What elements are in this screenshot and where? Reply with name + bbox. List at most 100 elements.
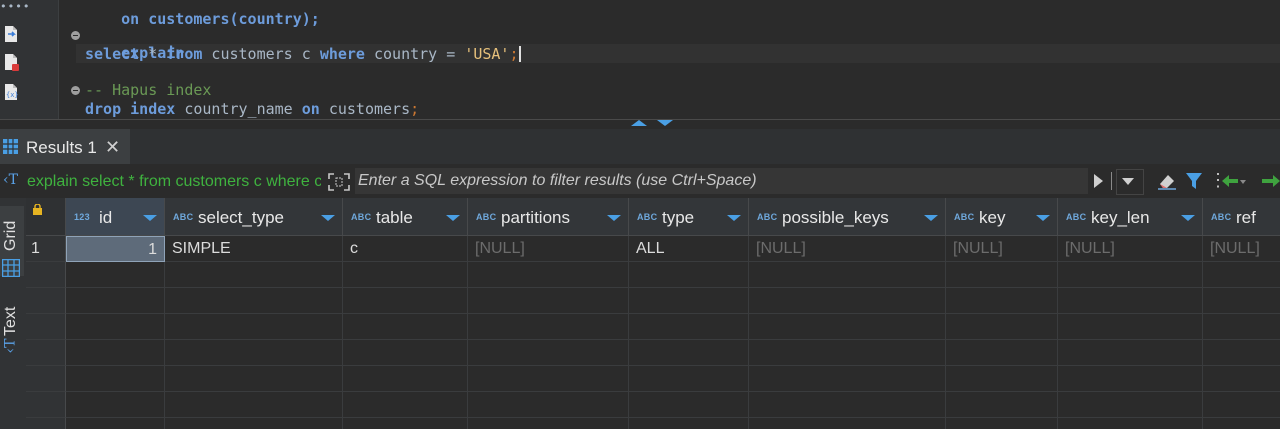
- cell-id[interactable]: [66, 340, 165, 366]
- cell-partitions[interactable]: [468, 314, 629, 340]
- cell-key-len[interactable]: [1058, 418, 1203, 429]
- cell-ref[interactable]: [1203, 392, 1280, 418]
- row-number[interactable]: 1: [26, 236, 66, 262]
- cell-id[interactable]: [66, 314, 165, 340]
- sort-dropdown-icon[interactable]: [321, 215, 335, 221]
- tab-results-1[interactable]: Results 1 ✕: [0, 129, 130, 165]
- cell-partitions[interactable]: [468, 366, 629, 392]
- cell-possible-keys[interactable]: [749, 288, 946, 314]
- column-header-possible-keys[interactable]: ABC possible_keys: [749, 198, 946, 236]
- cell-key[interactable]: [946, 418, 1058, 429]
- sort-dropdown-icon[interactable]: [1036, 215, 1050, 221]
- cell-key-len[interactable]: [1058, 288, 1203, 314]
- arrow-forward-icon[interactable]: [1258, 172, 1280, 190]
- cell-table[interactable]: [343, 418, 468, 429]
- eraser-icon[interactable]: [1157, 172, 1177, 190]
- arrow-back-icon[interactable]: [1220, 172, 1246, 190]
- cell-select-type[interactable]: [165, 288, 343, 314]
- cell-id[interactable]: [66, 288, 165, 314]
- column-header-id[interactable]: 123 id: [66, 198, 165, 236]
- cell-ref[interactable]: [1203, 288, 1280, 314]
- cell-type[interactable]: [629, 288, 749, 314]
- column-header-type[interactable]: ABC type: [629, 198, 749, 236]
- cell-select-type[interactable]: [165, 366, 343, 392]
- cell-ref[interactable]: [1203, 314, 1280, 340]
- cell-type[interactable]: [629, 314, 749, 340]
- cell-type[interactable]: [629, 262, 749, 288]
- cell-possible-keys[interactable]: [749, 314, 946, 340]
- cell-select-type[interactable]: SIMPLE: [165, 236, 343, 262]
- expand-icon[interactable]: [327, 172, 351, 192]
- cell-partitions[interactable]: [468, 418, 629, 429]
- cell-possible-keys[interactable]: [749, 392, 946, 418]
- row-number[interactable]: [26, 340, 66, 366]
- column-header-key[interactable]: ABC key: [946, 198, 1058, 236]
- cell-table[interactable]: [343, 366, 468, 392]
- row-number[interactable]: [26, 314, 66, 340]
- filter-input[interactable]: [355, 168, 1091, 194]
- cell-id[interactable]: [66, 366, 165, 392]
- cell-partitions[interactable]: [468, 392, 629, 418]
- cell-key-len[interactable]: [1058, 314, 1203, 340]
- cell-key[interactable]: [946, 340, 1058, 366]
- cell-partitions[interactable]: [NULL]: [468, 236, 629, 262]
- table-row[interactable]: [26, 288, 1280, 314]
- table-row[interactable]: [26, 418, 1280, 429]
- cell-partitions[interactable]: [468, 340, 629, 366]
- close-icon[interactable]: ✕: [105, 137, 120, 158]
- sort-dropdown-icon[interactable]: [446, 215, 460, 221]
- row-number[interactable]: [26, 366, 66, 392]
- cell-select-type[interactable]: [165, 262, 343, 288]
- row-number[interactable]: [26, 392, 66, 418]
- grid-view-button[interactable]: Grid: [0, 206, 24, 277]
- fold-toggle-icon[interactable]: [71, 31, 80, 40]
- execute-script-icon[interactable]: [3, 25, 19, 43]
- cell-possible-keys[interactable]: [749, 418, 946, 429]
- cell-partitions[interactable]: [468, 288, 629, 314]
- cell-ref[interactable]: [1203, 366, 1280, 392]
- sort-dropdown-icon[interactable]: [1181, 215, 1195, 221]
- cell-id[interactable]: [66, 392, 165, 418]
- cell-select-type[interactable]: [165, 314, 343, 340]
- cell-type[interactable]: [629, 340, 749, 366]
- cell-ref[interactable]: [1203, 262, 1280, 288]
- cell-type[interactable]: [629, 366, 749, 392]
- column-header-partitions[interactable]: ABC partitions: [468, 198, 629, 236]
- cell-ref[interactable]: [1203, 340, 1280, 366]
- cell-ref[interactable]: [NULL]: [1203, 236, 1280, 262]
- cell-table[interactable]: c: [343, 236, 468, 262]
- table-row[interactable]: [26, 262, 1280, 288]
- row-number[interactable]: [26, 262, 66, 288]
- cell-id[interactable]: 1: [66, 236, 165, 262]
- table-row[interactable]: 1 1 SIMPLE c [NULL] ALL [NULL] [NULL] [NULL] [NUL…: [26, 236, 1280, 262]
- column-header-select-type[interactable]: ABC select_type: [165, 198, 343, 236]
- split-toggle-icon[interactable]: [627, 119, 679, 127]
- cell-key[interactable]: [946, 262, 1058, 288]
- cell-possible-keys[interactable]: [NULL]: [749, 236, 946, 262]
- fold-toggle-icon[interactable]: [71, 86, 80, 95]
- cell-id[interactable]: [66, 418, 165, 429]
- cell-key[interactable]: [946, 314, 1058, 340]
- filter-funnel-icon[interactable]: [1185, 171, 1203, 191]
- sql-editor[interactable]: •••• {x} on customers(country); explain …: [0, 0, 1280, 119]
- cell-key-len[interactable]: [1058, 340, 1203, 366]
- column-header-ref[interactable]: ABC ref: [1203, 198, 1280, 236]
- cell-select-type[interactable]: [165, 418, 343, 429]
- text-view-button[interactable]: Text ‹T: [0, 294, 24, 364]
- table-row[interactable]: [26, 366, 1280, 392]
- row-number[interactable]: [26, 288, 66, 314]
- cell-table[interactable]: [343, 288, 468, 314]
- cell-key-len[interactable]: [NULL]: [1058, 236, 1203, 262]
- cell-id[interactable]: [66, 262, 165, 288]
- cell-key-len[interactable]: [1058, 262, 1203, 288]
- cell-select-type[interactable]: [165, 340, 343, 366]
- cell-table[interactable]: [343, 262, 468, 288]
- cell-type[interactable]: [629, 418, 749, 429]
- sort-dropdown-icon[interactable]: [727, 215, 741, 221]
- apply-filter-icon[interactable]: [1094, 174, 1103, 188]
- cell-partitions[interactable]: [468, 262, 629, 288]
- sort-dropdown-icon[interactable]: [607, 215, 621, 221]
- cell-possible-keys[interactable]: [749, 340, 946, 366]
- more-dots-icon[interactable]: ••••: [0, 0, 31, 13]
- cell-possible-keys[interactable]: [749, 366, 946, 392]
